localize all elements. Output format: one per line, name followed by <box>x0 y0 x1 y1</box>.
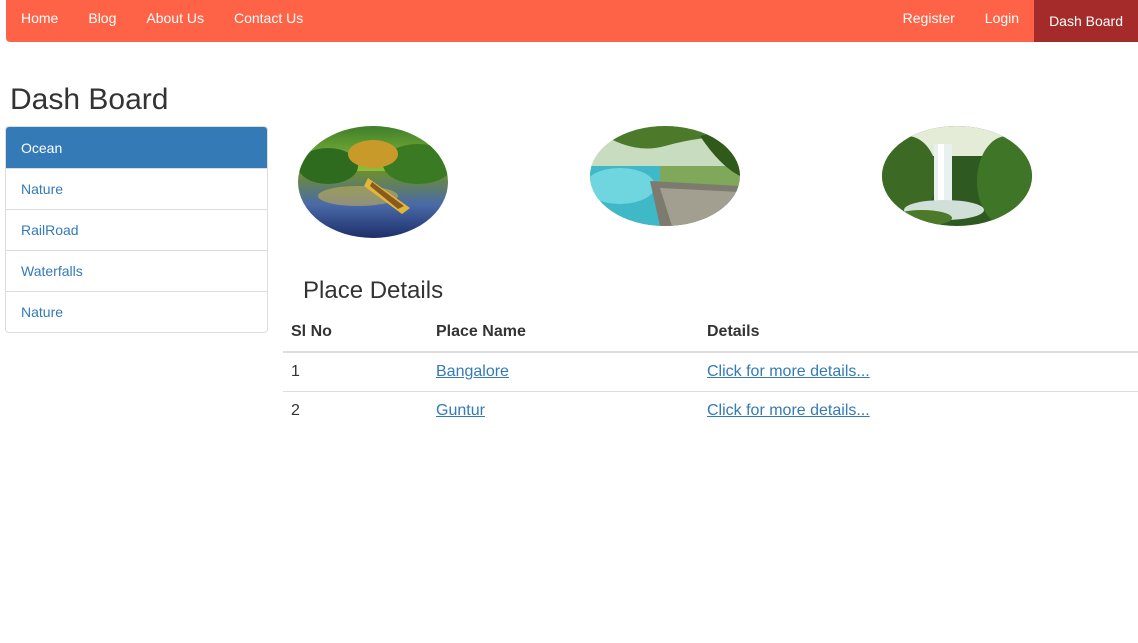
place-details-table: Sl No Place Name Details 1 Bangalore Cli… <box>283 313 1138 430</box>
forest-boardwalk-icon <box>590 126 740 226</box>
forest-boardwalk-image <box>590 126 740 226</box>
details-cell: Click for more details... <box>699 352 1138 391</box>
waterfall-icon <box>882 126 1032 226</box>
details-cell: Click for more details... <box>699 390 1138 430</box>
nav-dashboard-link[interactable]: Dash Board <box>1034 0 1138 42</box>
nav-left-group: Home Blog About Us Contact Us <box>6 0 318 42</box>
sl-no-cell: 2 <box>283 390 428 430</box>
nav-right-group: Register Login Dash Board <box>888 0 1138 42</box>
nav-home-link[interactable]: Home <box>6 0 73 36</box>
place-details-title: Place Details <box>303 277 444 304</box>
table-header-row: Sl No Place Name Details <box>283 313 1138 353</box>
column-header-details: Details <box>699 313 1138 353</box>
details-link[interactable]: Click for more details... <box>707 402 870 419</box>
sidebar-item-railroad[interactable]: RailRoad <box>6 209 267 250</box>
details-link[interactable]: Click for more details... <box>707 363 870 380</box>
place-name-cell: Guntur <box>428 390 699 430</box>
nav-register-link[interactable]: Register <box>888 0 970 36</box>
nav-contact-link[interactable]: Contact Us <box>219 0 318 36</box>
top-navbar: Home Blog About Us Contact Us Register L… <box>6 0 1138 42</box>
column-header-place-name: Place Name <box>428 313 699 353</box>
table-row: 2 Guntur Click for more details... <box>283 390 1138 430</box>
table-row: 1 Bangalore Click for more details... <box>283 352 1138 391</box>
sidebar-list-group: Ocean Nature RailRoad Waterfalls Nature <box>5 126 268 333</box>
sidebar-item-waterfalls[interactable]: Waterfalls <box>6 250 267 291</box>
place-name-link[interactable]: Bangalore <box>436 363 509 380</box>
sidebar-item-nature[interactable]: Nature <box>6 168 267 209</box>
page-title: Dash Board <box>10 83 169 116</box>
place-name-cell: Bangalore <box>428 352 699 391</box>
sl-no-cell: 1 <box>291 362 300 380</box>
nav-blog-link[interactable]: Blog <box>73 0 131 36</box>
nav-about-link[interactable]: About Us <box>131 0 219 36</box>
sidebar-item-ocean[interactable]: Ocean <box>6 127 267 168</box>
waterfall-image <box>882 126 1032 226</box>
nav-login-link[interactable]: Login <box>970 0 1034 36</box>
sidebar-item-nature-2[interactable]: Nature <box>6 291 267 332</box>
lake-canoe-image <box>298 126 448 238</box>
place-name-link[interactable]: Guntur <box>436 402 485 419</box>
lake-canoe-icon <box>298 126 448 238</box>
column-header-sl-no: Sl No <box>283 313 428 353</box>
